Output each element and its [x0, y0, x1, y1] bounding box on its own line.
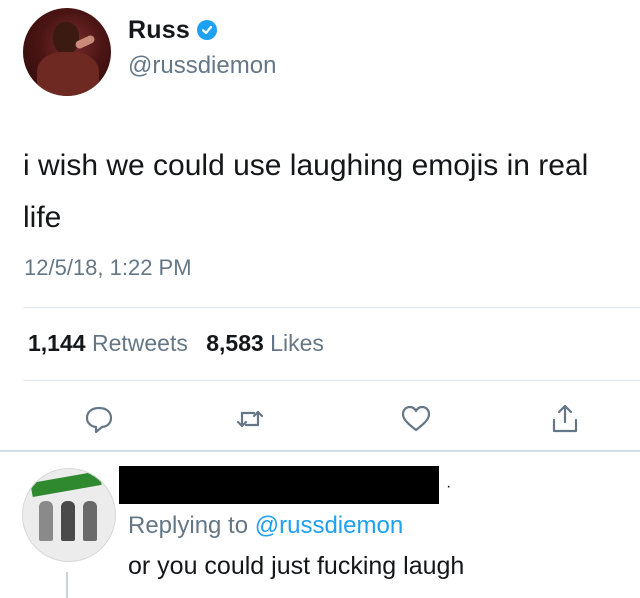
- avatar-person: [39, 501, 53, 541]
- separator-dot: ·: [446, 478, 452, 495]
- reply-text: or you could just fucking laugh: [128, 552, 465, 580]
- tweet-timestamp[interactable]: 12/5/18, 1:22 PM: [24, 255, 192, 281]
- author-avatar[interactable]: [23, 8, 111, 96]
- likes-label[interactable]: Likes: [270, 330, 324, 356]
- thread-line: [66, 572, 68, 598]
- avatar-figure-head: [53, 22, 79, 54]
- divider: [23, 307, 640, 308]
- reply-button[interactable]: [82, 402, 116, 436]
- verified-badge-icon: [197, 20, 217, 40]
- author-handle[interactable]: @russdiemon: [128, 52, 276, 80]
- retweets-count[interactable]: 1,144: [28, 330, 86, 356]
- reply-icon: [85, 406, 113, 434]
- tweet-text: i wish we could use laughing emojis in r…: [23, 149, 589, 234]
- share-button[interactable]: [548, 402, 582, 436]
- like-button[interactable]: [399, 402, 433, 436]
- reply-author-avatar[interactable]: [22, 468, 116, 562]
- replying-prefix: Replying to: [128, 512, 249, 539]
- heart-icon: [401, 405, 431, 432]
- replying-to-line: Replying to @russdiemon: [128, 512, 403, 540]
- avatar-person: [83, 501, 97, 541]
- retweets-label[interactable]: Retweets: [92, 330, 188, 356]
- divider: [0, 450, 640, 452]
- divider: [23, 380, 640, 381]
- tweet-stats: 1,144 Retweets 8,583 Likes: [28, 330, 336, 357]
- avatar-figure-body: [37, 52, 99, 96]
- avatar-person: [61, 501, 75, 541]
- avatar-logo: [30, 471, 102, 497]
- likes-count[interactable]: 8,583: [206, 330, 264, 356]
- author-display-name[interactable]: Russ: [128, 16, 190, 45]
- share-icon: [552, 404, 578, 433]
- retweet-icon: [236, 410, 264, 428]
- redacted-author-name: [119, 466, 439, 504]
- retweet-button[interactable]: [233, 402, 267, 436]
- replying-mention-link[interactable]: @russdiemon: [255, 512, 403, 539]
